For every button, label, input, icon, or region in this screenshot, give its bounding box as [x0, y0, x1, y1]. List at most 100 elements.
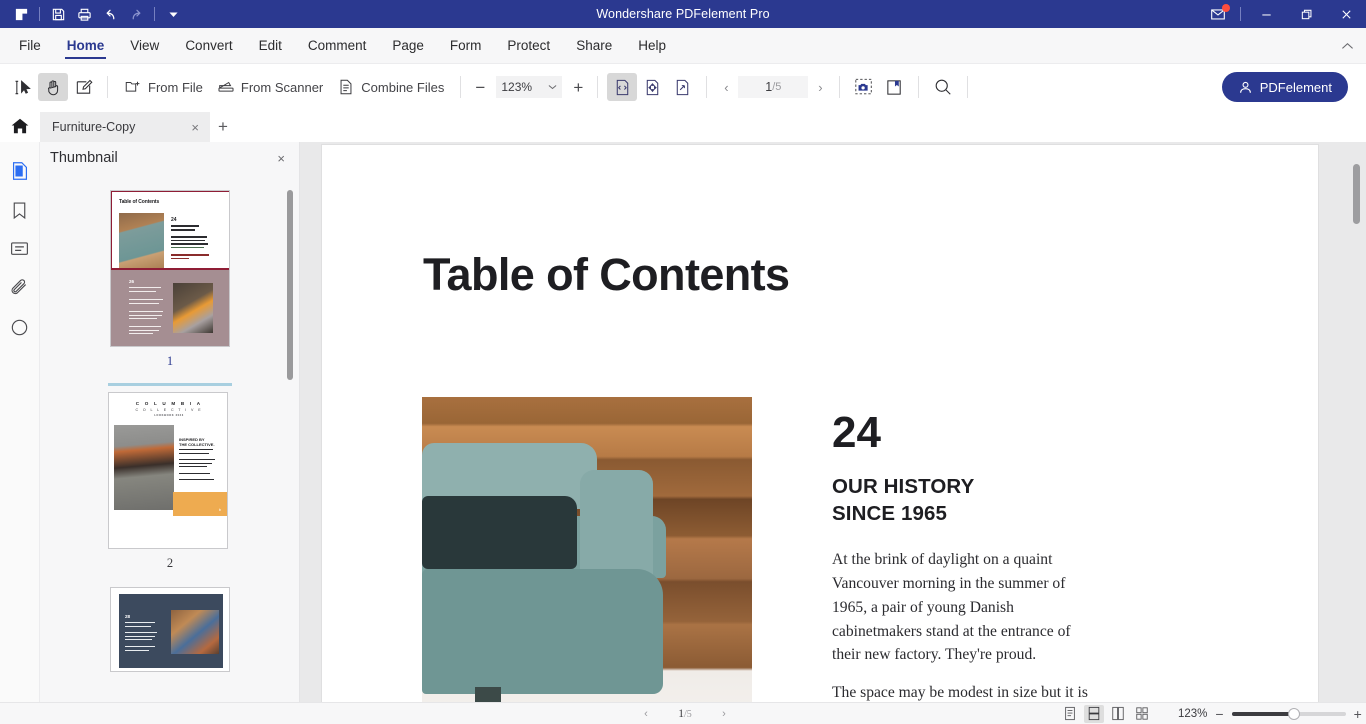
- zoom-level-select[interactable]: 123%: [496, 76, 563, 98]
- thumbnail-panel-header: Thumbnail ×: [40, 142, 299, 174]
- thumbnail-panel-icon[interactable]: [7, 158, 33, 184]
- section-number: 24: [832, 408, 881, 457]
- document-scrollbar[interactable]: [1353, 164, 1360, 224]
- previous-page-button[interactable]: ‹: [716, 75, 736, 99]
- status-bar: ‹ 1/5 › 123% − +: [300, 702, 1366, 724]
- thumbnail-divider: [108, 383, 232, 386]
- from-file-button[interactable]: From File: [117, 73, 210, 101]
- notifications-icon[interactable]: [1201, 0, 1235, 28]
- zoom-slider[interactable]: [1231, 707, 1346, 720]
- menu-item-view[interactable]: View: [117, 28, 172, 64]
- app-logo-icon[interactable]: [8, 3, 34, 25]
- stamp-panel-icon[interactable]: [7, 314, 33, 340]
- page-number-input[interactable]: 1 /5: [738, 76, 809, 98]
- save-icon[interactable]: [45, 3, 71, 25]
- section-heading-line1: OUR HISTORY: [832, 475, 975, 498]
- divider: [39, 7, 40, 21]
- section-heading: OUR HISTORY SINCE 1965: [832, 473, 974, 527]
- redo-icon[interactable]: [123, 3, 149, 25]
- customize-quick-access-icon[interactable]: [160, 3, 186, 25]
- close-icon[interactable]: ×: [277, 151, 285, 166]
- thumb3-number: 28: [125, 614, 131, 619]
- thumb2-heading: INSPIRED BY THE COLLECTIVE.: [179, 437, 215, 448]
- quick-access-toolbar: [0, 3, 186, 25]
- new-tab-button[interactable]: +: [210, 112, 236, 142]
- document-tab-label: Furniture-Copy: [52, 120, 136, 134]
- restore-button[interactable]: [1286, 0, 1326, 28]
- chevron-up-icon[interactable]: [1338, 38, 1356, 54]
- continuous-view-icon[interactable]: [1084, 704, 1104, 723]
- menu-item-home[interactable]: Home: [54, 28, 118, 64]
- chevron-down-icon: [548, 85, 557, 90]
- thumbnail-list[interactable]: Table of Contents 24 26 1 C O L U M B I …: [40, 178, 300, 724]
- thumbnail-label-1: 1: [166, 354, 174, 368]
- menu-item-help[interactable]: Help: [625, 28, 679, 64]
- left-panel-rail: [0, 142, 40, 724]
- menu-item-page[interactable]: Page: [379, 28, 437, 64]
- status-zoom-value: 123%: [1178, 707, 1208, 720]
- divider: [918, 76, 920, 98]
- close-button[interactable]: [1326, 0, 1366, 28]
- menu-item-form[interactable]: Form: [437, 28, 495, 64]
- status-next-page-button[interactable]: ›: [716, 708, 732, 720]
- menu-item-convert[interactable]: Convert: [172, 28, 245, 64]
- menu-item-file[interactable]: File: [6, 28, 54, 64]
- thumbnail-item-3[interactable]: 28: [110, 587, 230, 672]
- menu-item-share[interactable]: Share: [563, 28, 625, 64]
- thumb1-lower-section: 26: [111, 269, 229, 346]
- account-button[interactable]: PDFelement: [1221, 72, 1348, 102]
- minimize-button[interactable]: [1246, 0, 1286, 28]
- snapshot-icon[interactable]: [849, 73, 879, 101]
- from-file-label: From File: [148, 79, 203, 95]
- thumbnail-item-2[interactable]: C O L U M B I A C O L L E C T I V E LOOK…: [108, 383, 232, 571]
- edit-tool-icon[interactable]: [68, 73, 98, 101]
- menu-item-comment[interactable]: Comment: [295, 28, 380, 64]
- thumbnail-page-1: Table of Contents 24 26: [110, 190, 230, 347]
- combine-files-button[interactable]: Combine Files: [330, 73, 451, 101]
- zoom-out-button[interactable]: −: [470, 76, 490, 98]
- combine-files-label: Combine Files: [361, 79, 445, 95]
- document-viewer[interactable]: Table of Contents 24 OUR HISTORY SINCE 1…: [300, 142, 1366, 702]
- print-icon[interactable]: [71, 3, 97, 25]
- thumb2-brand-line3: LOOKBOOK 2023: [154, 414, 184, 417]
- undo-icon[interactable]: [97, 3, 123, 25]
- menu-item-protect[interactable]: Protect: [494, 28, 563, 64]
- single-page-view-icon[interactable]: [1060, 705, 1080, 723]
- divider: [839, 76, 841, 98]
- two-page-view-icon[interactable]: [1108, 705, 1128, 723]
- hand-tool-icon[interactable]: [38, 73, 68, 101]
- from-scanner-button[interactable]: From Scanner: [210, 73, 330, 101]
- thumbnail-scrollbar[interactable]: [287, 190, 293, 380]
- divider: [706, 76, 708, 98]
- comment-panel-icon[interactable]: [7, 236, 33, 262]
- window-title: Wondershare PDFelement Pro: [596, 7, 770, 21]
- thumbnail-item-1[interactable]: Table of Contents 24 26 1: [110, 190, 230, 369]
- close-icon[interactable]: ×: [188, 120, 202, 135]
- menu-bar: File Home View Convert Edit Comment Page…: [0, 28, 1366, 64]
- section-body: At the brink of daylight on a quaint Van…: [832, 548, 1100, 702]
- zoom-slider-knob[interactable]: [1287, 707, 1300, 720]
- next-page-button[interactable]: ›: [810, 75, 830, 99]
- bookmark-icon[interactable]: [879, 73, 909, 101]
- page-title: Table of Contents: [423, 249, 790, 300]
- menu-item-edit[interactable]: Edit: [246, 28, 295, 64]
- fit-width-icon[interactable]: [607, 73, 638, 101]
- select-text-tool-icon[interactable]: [8, 73, 38, 101]
- attachment-panel-icon[interactable]: [7, 275, 33, 301]
- status-zoom-out-button[interactable]: −: [1215, 707, 1223, 721]
- fit-page-icon[interactable]: [637, 73, 667, 101]
- home-icon[interactable]: [0, 110, 40, 142]
- status-previous-page-button[interactable]: ‹: [638, 708, 654, 720]
- grid-view-icon[interactable]: [1132, 705, 1152, 723]
- search-icon[interactable]: [928, 73, 958, 101]
- status-page-indicator[interactable]: 1/5: [656, 708, 714, 720]
- status-zoom-in-button[interactable]: +: [1354, 707, 1362, 721]
- document-tab[interactable]: Furniture-Copy ×: [40, 112, 210, 142]
- thumb2-brand: C O L U M B I A C O L L E C T I V E LOOK…: [109, 401, 227, 417]
- bookmark-panel-icon[interactable]: [7, 197, 33, 223]
- title-bar: Wondershare PDFelement Pro: [0, 0, 1366, 28]
- zoom-in-button[interactable]: +: [568, 76, 588, 98]
- status-page-navigation: ‹ 1/5 ›: [638, 708, 732, 720]
- zoom-to-selection-icon[interactable]: [667, 73, 697, 101]
- divider: [1240, 7, 1241, 21]
